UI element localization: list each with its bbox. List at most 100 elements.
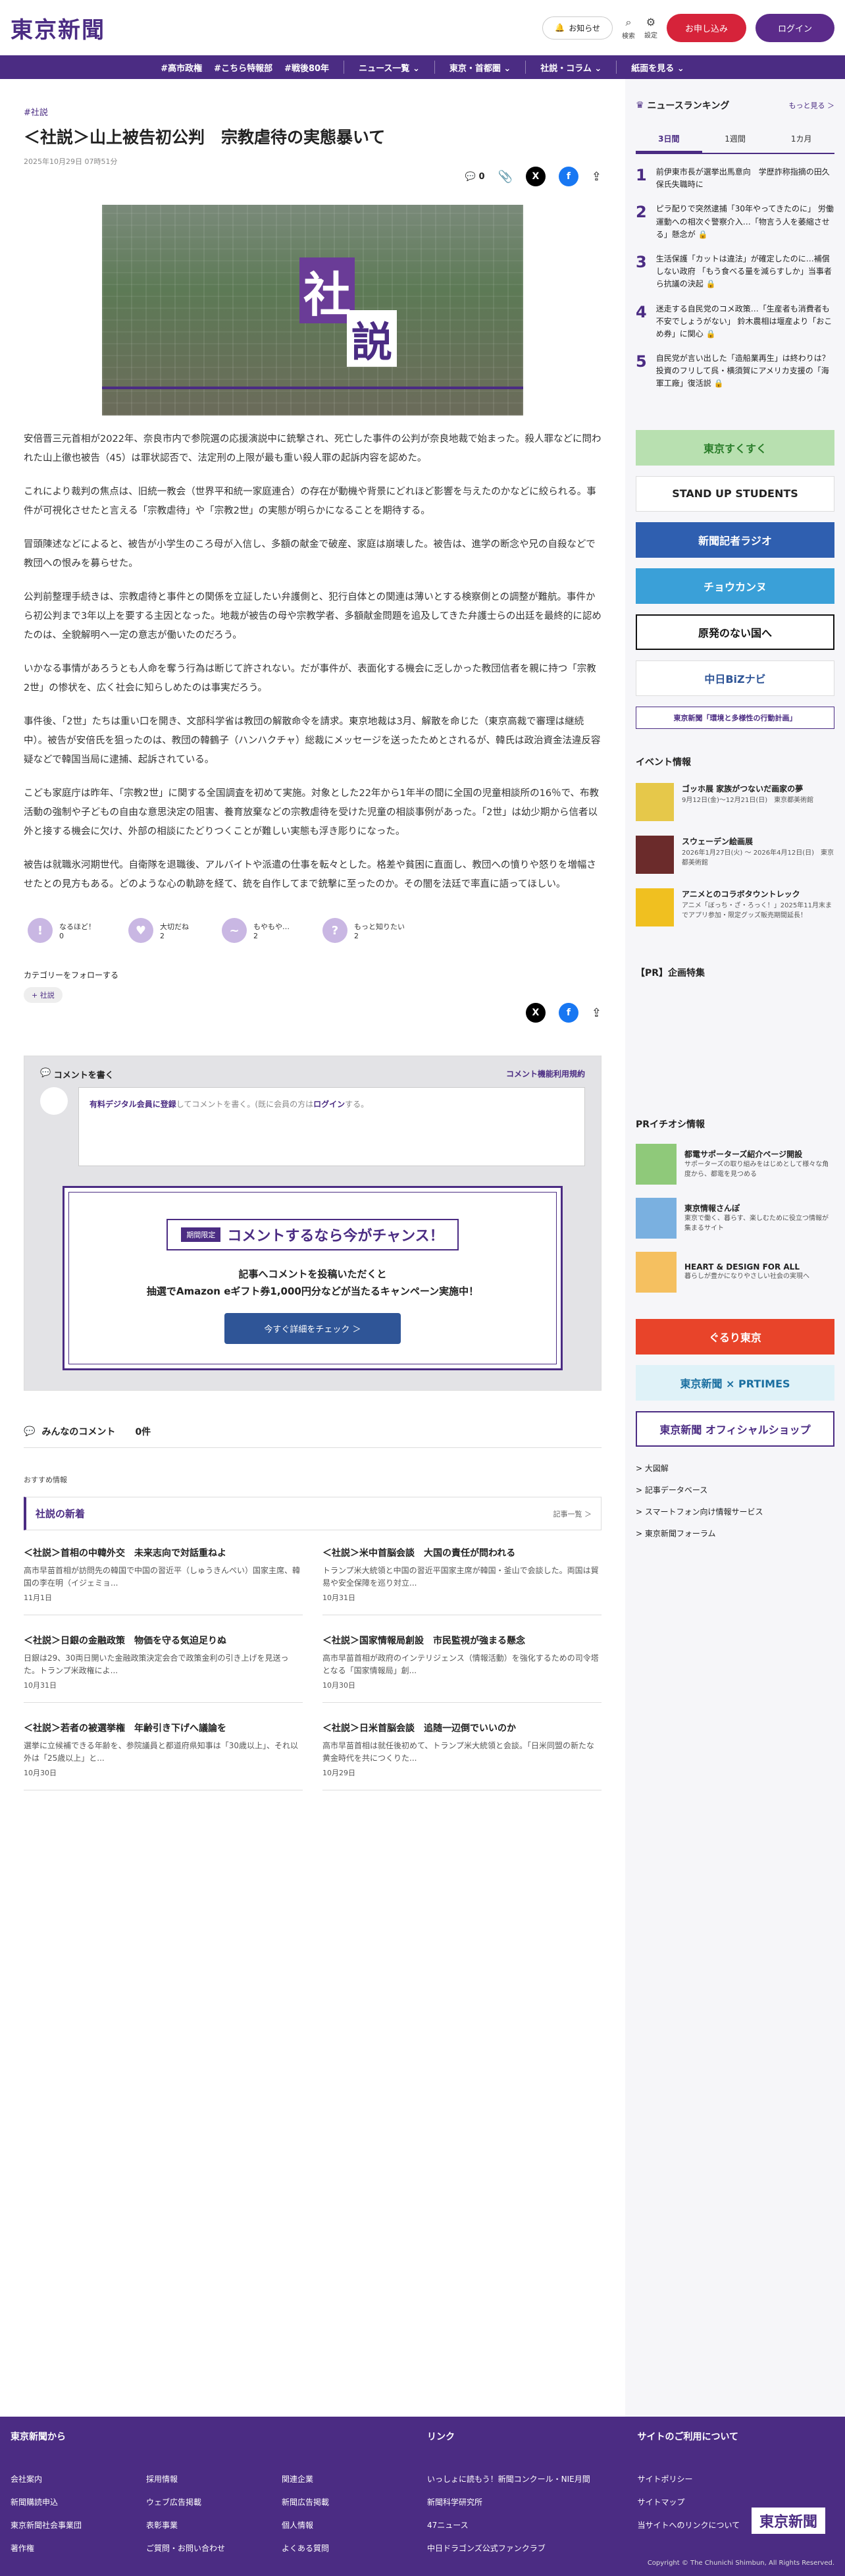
ranking-item[interactable]: 4 迷走する自民党のコメ政策…「生産者も消費者も不安でしょうがない」 鈴木農相は堰…	[636, 303, 834, 341]
login-link[interactable]: ログイン	[313, 1100, 345, 1109]
footer-link[interactable]: 個人情報	[282, 2519, 417, 2531]
banner-gururi[interactable]: ぐるり東京	[636, 1318, 834, 1355]
footer-link[interactable]: 47ニュース	[427, 2519, 625, 2531]
search-button[interactable]: ⌕ 検索	[622, 16, 635, 40]
pr-thumbnail	[636, 1197, 677, 1239]
share-icon[interactable]: ⇪	[592, 1006, 602, 1020]
footer-link[interactable]: ウェブ広告掲載	[146, 2496, 282, 2508]
nav-menu-paper[interactable]: 紙面を見る ⌄	[627, 61, 688, 74]
nav-hashtag-1[interactable]: #高市政権	[157, 61, 206, 74]
ranking-item[interactable]: 2 ピラ配りで突然逮捕「30年やってきたのに」 労働運動への相次ぐ警察介入…「物言…	[636, 203, 834, 241]
comment-policy-link[interactable]: コメント機能利用規約	[506, 1068, 585, 1081]
sidebar-link[interactable]: > 東京新聞フォーラム	[636, 1528, 834, 1539]
footer-link[interactable]: 新聞購読申込	[11, 2496, 146, 2508]
pr-feature-title: 【PR】企画特集	[636, 967, 705, 979]
follow-chip[interactable]: + 社説	[24, 987, 63, 1003]
sidebar-link[interactable]: > 大図解	[636, 1462, 834, 1474]
footer-link[interactable]: 新聞広告掲載	[282, 2496, 417, 2508]
x-share-icon[interactable]: X	[525, 167, 546, 186]
ranking-item[interactable]: 3 生活保護「カットは違法」が確定したのに…補償しない政府 「もう食べる量を減らす…	[636, 253, 834, 291]
news-item[interactable]: ＜社説＞国家情報局創設 市民監視が強まる懸念 高市早苗首相が政府のインテリジェン…	[322, 1635, 602, 1703]
confused-icon: ~	[222, 918, 247, 943]
footer-link[interactable]: 表彰事業	[146, 2519, 282, 2531]
footer-link[interactable]: ご質問・お問い合わせ	[146, 2542, 282, 2554]
footer-link[interactable]: 採用情報	[146, 2473, 282, 2484]
settings-button[interactable]: ⚙ 設定	[644, 16, 657, 40]
facebook-share-icon[interactable]: f	[558, 1003, 578, 1023]
site-footer: 東京新聞から 会社案内 採用情報 関連企業 新聞購読申込 ウェブ広告掲載 新聞広…	[0, 2417, 845, 2576]
subscribe-button[interactable]: お申し込み	[666, 13, 746, 42]
event-item[interactable]: スウェーデン絵画展 2026年1月27日(火) 〜 2026年4月12日(日) 東…	[636, 835, 834, 874]
banner-prtimes[interactable]: 東京新聞 × PRTIMES	[636, 1364, 834, 1401]
pr-item[interactable]: 都電サポーターズ紹介ページ開設 サポーターズの取り組みをはじめとして様々な角度から…	[636, 1143, 834, 1185]
news-item[interactable]: ＜社説＞日銀の金融政策 物価を守る気迫足りぬ 日銀は29、30両日開いた金融政策…	[24, 1635, 303, 1703]
nav-hashtag-3[interactable]: #戦後80年	[280, 61, 333, 74]
ranking-item[interactable]: 5 自民党が言い出した「造船業再生」は終わりは？ 投資のフリして呉・横須賀にアメリ…	[636, 352, 834, 390]
banner-nuclear[interactable]: 原発のない国へ	[636, 614, 834, 650]
banner-choukannu[interactable]: チョウカンヌ	[636, 568, 834, 604]
tab-1week[interactable]: 1週間	[702, 126, 769, 153]
reaction-button[interactable]: ! なるほど！ 0	[28, 918, 95, 943]
sidebar-link[interactable]: > スマートフォン向け情報サービス	[636, 1506, 834, 1517]
nav-divider	[434, 61, 435, 74]
clip-icon[interactable]: 📎	[498, 170, 512, 184]
nav-menu-editorial[interactable]: 社説・コラム ⌄	[536, 61, 605, 74]
reaction-button[interactable]: ♥ 大切だね 2	[128, 918, 189, 943]
article-body: 安倍晋三元首相が2022年、奈良市内で参院選の応援演説中に銃撃され、死亡した事件…	[24, 430, 602, 894]
tab-1month[interactable]: 1カ月	[768, 126, 834, 153]
banner-stand-up[interactable]: STAND UP STUDENTS	[636, 475, 834, 512]
footer-link[interactable]: 関連企業	[282, 2473, 417, 2484]
share-bar: 💬 0 📎 X f ⇪	[24, 167, 602, 186]
banner-diversity[interactable]: 東京新聞「環境と多様性の行動計画」	[636, 706, 834, 729]
article-tag[interactable]: #社説	[24, 105, 602, 118]
footer-link[interactable]: 中日ドラゴンズ公式ファンクラブ	[427, 2542, 625, 2554]
article-list-link[interactable]: 記事一覧 ＞	[553, 1509, 592, 1519]
site-logo[interactable]: 東京新聞	[11, 12, 105, 44]
footer-link[interactable]: よくある質問	[282, 2542, 417, 2554]
ranking-more-link[interactable]: もっと見る ＞	[789, 100, 835, 111]
event-item[interactable]: アニメとのコラボタウントレック アニメ「ぼっち・ざ・ろっく！」2025年11月末ま…	[636, 888, 834, 926]
tab-3days[interactable]: 3日間	[636, 126, 702, 153]
nav-menu-news[interactable]: ニュース一覧 ⌄	[355, 61, 424, 74]
comment-count[interactable]: 💬 0	[465, 172, 485, 182]
news-item[interactable]: ＜社説＞日米首脳会談 追随一辺倒でいいのか 高市早苗首相は就任後初めて、トランプ…	[322, 1723, 602, 1790]
register-link[interactable]: 有料デジタル会員に登録	[90, 1100, 176, 1109]
bell-icon: 🔔	[555, 23, 565, 32]
footer-link[interactable]: 新聞科学研究所	[427, 2496, 625, 2508]
sidebar-link[interactable]: > 記事データベース	[636, 1484, 834, 1495]
exclamation-icon: !	[28, 918, 53, 943]
footer-link[interactable]: サイトマップ	[637, 2496, 773, 2508]
footer-link[interactable]: 会社案内	[11, 2473, 146, 2484]
sidebar-banners-2: ぐるり東京 東京新聞 × PRTIMES 東京新聞 オフィシャルショップ	[636, 1318, 834, 1447]
footer-link[interactable]: サイトポリシー	[637, 2473, 773, 2484]
nav-menu-tokyo[interactable]: 東京・首都圏 ⌄	[446, 61, 515, 74]
news-item[interactable]: ＜社説＞首相の中韓外交 未来志向で対話重ねよ 高市早苗首相が訪問先の韓国で中国の…	[24, 1547, 303, 1615]
reaction-button[interactable]: ~ もやもや… 2	[222, 918, 290, 943]
facebook-share-icon[interactable]: f	[558, 167, 578, 186]
banner-biz-navi[interactable]: 中日BiZナビ	[636, 660, 834, 696]
reaction-button[interactable]: ? もっと知りたい 2	[322, 918, 405, 943]
ranking-item[interactable]: 1 前伊東市長が選挙出馬意向 学歴詐称指摘の田久保氏失職時に	[636, 166, 834, 191]
banner-radio[interactable]: 新聞記者ラジオ	[636, 522, 834, 558]
footer-link[interactable]: いっしょに読もう！新聞コンクール・NIE月間	[427, 2473, 625, 2484]
nav-hashtag-2[interactable]: #こちら特報部	[210, 61, 276, 74]
event-thumbnail	[636, 835, 674, 874]
news-item[interactable]: ＜社説＞米中首脳会談 大国の責任が問われる トランプ米大統領と中国の習近平国家主…	[322, 1547, 602, 1615]
pr-item[interactable]: HEART & DESIGN FOR ALL 暮らしが豊かになりやさしい社会の実現…	[636, 1251, 834, 1293]
banner-shop[interactable]: 東京新聞 オフィシャルショップ	[636, 1410, 834, 1447]
comment-input[interactable]: 有料デジタル会員に登録してコメントを書く。(既に会員の方はログインする。	[78, 1087, 585, 1166]
login-button[interactable]: ログイン	[755, 13, 834, 42]
news-item[interactable]: ＜社説＞若者の被選挙権 年齢引き下げへ議論を 選挙に立候補できる年齢を、参院議員…	[24, 1723, 303, 1790]
event-item[interactable]: ゴッホ展 家族がつないだ画家の夢 9月12日(金)〜12月21日(日) 東京都美術…	[636, 782, 834, 821]
banner-sukusuku[interactable]: 東京すくすく	[636, 429, 834, 466]
editorial-stamp: 説	[347, 310, 397, 367]
footer-link[interactable]: 著作権	[11, 2542, 146, 2554]
x-share-icon[interactable]: X	[525, 1003, 546, 1023]
footer-logo[interactable]: 東京新聞	[751, 2508, 825, 2534]
footer-link[interactable]: 東京新聞社会事業団	[11, 2519, 146, 2531]
pr-item[interactable]: 東京情報さんぽ 東京で働く、暮らす、楽しむために役立つ情報が集まるサイト	[636, 1197, 834, 1239]
notification-button[interactable]: 🔔 お知らせ	[542, 16, 613, 40]
share-icon[interactable]: ⇪	[592, 170, 602, 184]
campaign-detail-button[interactable]: 今すぐ詳細をチェック ＞	[224, 1313, 401, 1344]
editorial-news-grid: ＜社説＞首相の中韓外交 未来志向で対話重ねよ 高市早苗首相が訪問先の韓国で中国の…	[24, 1547, 602, 1790]
